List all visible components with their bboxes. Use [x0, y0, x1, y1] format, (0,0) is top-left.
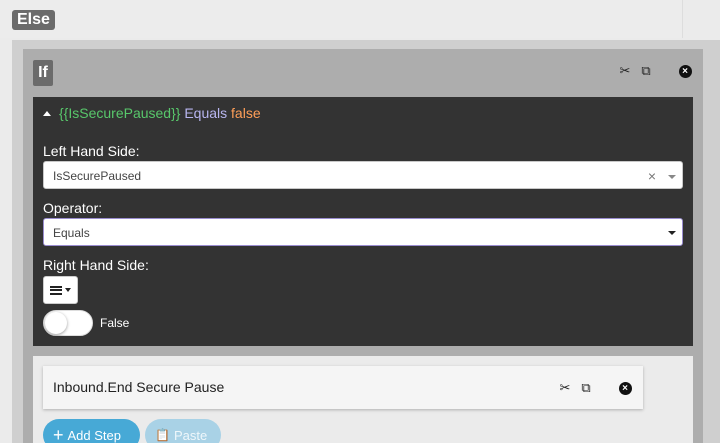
right-hand-side-label: Right Hand Side: — [43, 257, 149, 273]
plus-icon: + — [53, 425, 64, 443]
caret-down-icon — [65, 288, 71, 292]
condition-panel: {{IsSecurePaused}} Equals false Left Han… — [33, 97, 693, 346]
condition-summary-toggle[interactable]: {{IsSecurePaused}} Equals false — [43, 105, 261, 121]
paste-label: Paste — [173, 427, 208, 443]
add-step-button[interactable]: + Add Step — [43, 419, 140, 443]
add-step-label: Add Step — [67, 427, 122, 443]
paste-button[interactable]: 📋 Paste — [145, 419, 221, 443]
step-title: Inbound.End Secure Pause — [53, 379, 225, 395]
else-block-header: Else — [0, 0, 683, 38]
scissors-icon[interactable]: ✂ — [618, 63, 632, 78]
operator-label: Operator: — [43, 200, 103, 216]
condition-value: false — [231, 105, 261, 121]
clear-icon[interactable]: × — [648, 162, 656, 190]
chevron-down-icon[interactable] — [668, 175, 676, 179]
left-hand-side-label: Left Hand Side: — [43, 143, 140, 159]
if-badge: If — [33, 60, 53, 86]
copy-icon[interactable]: ⧉ — [639, 63, 653, 78]
scissors-icon[interactable]: ✂ — [558, 380, 572, 395]
condition-operator: Equals — [184, 105, 228, 121]
else-badge: Else — [12, 10, 55, 30]
toggle-knob — [45, 312, 67, 334]
toggle-label: False — [100, 316, 130, 330]
left-hand-side-value: IsSecurePaused — [53, 169, 142, 183]
caret-up-icon — [43, 111, 51, 116]
operator-value: Equals — [53, 226, 90, 240]
right-hand-side-toggle[interactable] — [43, 310, 93, 336]
copy-icon[interactable]: ⧉ — [579, 380, 593, 395]
close-circle-icon[interactable]: × — [618, 381, 632, 395]
chevron-down-icon[interactable] — [668, 231, 676, 235]
value-type-menu-button[interactable] — [43, 276, 78, 304]
step-card[interactable]: Inbound.End Secure Pause — [43, 366, 643, 409]
condition-variable: {{IsSecurePaused}} — [59, 105, 181, 121]
paste-icon: 📋 — [155, 428, 170, 442]
menu-icon — [50, 285, 62, 295]
left-hand-side-select[interactable]: IsSecurePaused × — [43, 161, 683, 189]
close-circle-icon[interactable]: × — [678, 64, 692, 78]
operator-select[interactable]: Equals — [43, 218, 683, 246]
